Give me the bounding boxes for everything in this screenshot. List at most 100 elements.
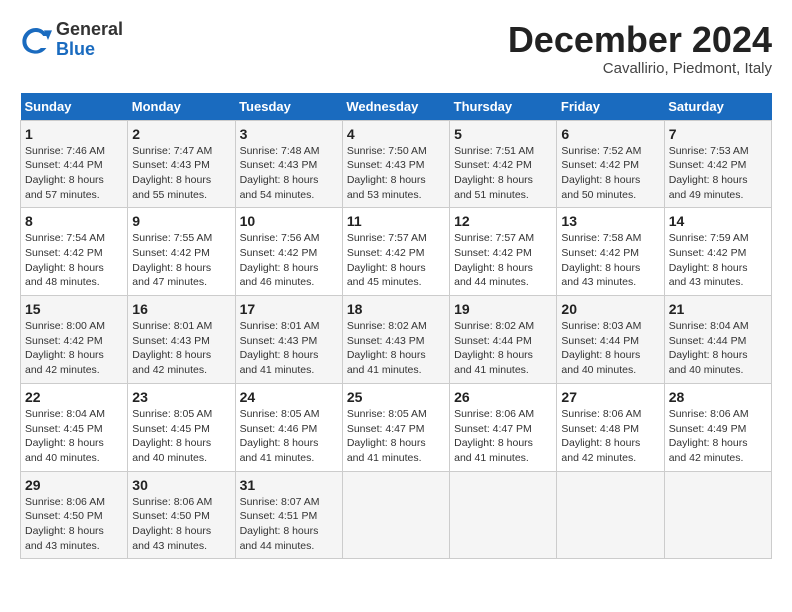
calendar-week-4: 29 Sunrise: 8:06 AMSunset: 4:50 PMDaylig… [21,471,772,559]
day-number: 27 [561,389,659,405]
day-info: Sunrise: 7:53 AMSunset: 4:42 PMDaylight:… [669,145,749,201]
day-number: 15 [25,301,123,317]
calendar-cell: 13 Sunrise: 7:58 AMSunset: 4:42 PMDaylig… [557,208,664,296]
calendar-cell: 24 Sunrise: 8:05 AMSunset: 4:46 PMDaylig… [235,383,342,471]
calendar-cell [342,471,449,559]
calendar-cell: 11 Sunrise: 7:57 AMSunset: 4:42 PMDaylig… [342,208,449,296]
day-info: Sunrise: 8:06 AMSunset: 4:48 PMDaylight:… [561,408,641,464]
calendar-week-2: 15 Sunrise: 8:00 AMSunset: 4:42 PMDaylig… [21,296,772,384]
day-number: 11 [347,213,445,229]
day-info: Sunrise: 7:50 AMSunset: 4:43 PMDaylight:… [347,145,427,201]
calendar-cell: 26 Sunrise: 8:06 AMSunset: 4:47 PMDaylig… [450,383,557,471]
calendar-cell: 20 Sunrise: 8:03 AMSunset: 4:44 PMDaylig… [557,296,664,384]
day-info: Sunrise: 7:56 AMSunset: 4:42 PMDaylight:… [240,232,320,288]
col-tuesday: Tuesday [235,93,342,121]
day-info: Sunrise: 8:06 AMSunset: 4:50 PMDaylight:… [25,496,105,552]
day-info: Sunrise: 8:05 AMSunset: 4:46 PMDaylight:… [240,408,320,464]
day-info: Sunrise: 8:00 AMSunset: 4:42 PMDaylight:… [25,320,105,376]
day-number: 1 [25,126,123,142]
day-info: Sunrise: 8:06 AMSunset: 4:50 PMDaylight:… [132,496,212,552]
day-number: 5 [454,126,552,142]
day-info: Sunrise: 8:01 AMSunset: 4:43 PMDaylight:… [132,320,212,376]
calendar-cell: 31 Sunrise: 8:07 AMSunset: 4:51 PMDaylig… [235,471,342,559]
calendar-cell: 17 Sunrise: 8:01 AMSunset: 4:43 PMDaylig… [235,296,342,384]
day-info: Sunrise: 8:06 AMSunset: 4:47 PMDaylight:… [454,408,534,464]
day-info: Sunrise: 8:04 AMSunset: 4:45 PMDaylight:… [25,408,105,464]
calendar-cell: 14 Sunrise: 7:59 AMSunset: 4:42 PMDaylig… [664,208,771,296]
day-number: 21 [669,301,767,317]
day-info: Sunrise: 7:52 AMSunset: 4:42 PMDaylight:… [561,145,641,201]
day-number: 25 [347,389,445,405]
day-info: Sunrise: 7:57 AMSunset: 4:42 PMDaylight:… [454,232,534,288]
col-wednesday: Wednesday [342,93,449,121]
day-number: 26 [454,389,552,405]
day-number: 3 [240,126,338,142]
calendar-cell: 16 Sunrise: 8:01 AMSunset: 4:43 PMDaylig… [128,296,235,384]
day-number: 13 [561,213,659,229]
day-number: 20 [561,301,659,317]
calendar-week-3: 22 Sunrise: 8:04 AMSunset: 4:45 PMDaylig… [21,383,772,471]
calendar-cell: 12 Sunrise: 7:57 AMSunset: 4:42 PMDaylig… [450,208,557,296]
day-info: Sunrise: 7:59 AMSunset: 4:42 PMDaylight:… [669,232,749,288]
day-info: Sunrise: 7:47 AMSunset: 4:43 PMDaylight:… [132,145,212,201]
calendar-cell: 1 Sunrise: 7:46 AMSunset: 4:44 PMDayligh… [21,120,128,208]
day-info: Sunrise: 8:02 AMSunset: 4:44 PMDaylight:… [454,320,534,376]
col-saturday: Saturday [664,93,771,121]
calendar-cell: 30 Sunrise: 8:06 AMSunset: 4:50 PMDaylig… [128,471,235,559]
col-sunday: Sunday [21,93,128,121]
day-number: 19 [454,301,552,317]
day-info: Sunrise: 8:05 AMSunset: 4:45 PMDaylight:… [132,408,212,464]
day-number: 12 [454,213,552,229]
day-info: Sunrise: 7:58 AMSunset: 4:42 PMDaylight:… [561,232,641,288]
header-row: Sunday Monday Tuesday Wednesday Thursday… [21,93,772,121]
calendar-cell: 5 Sunrise: 7:51 AMSunset: 4:42 PMDayligh… [450,120,557,208]
col-friday: Friday [557,93,664,121]
day-info: Sunrise: 8:06 AMSunset: 4:49 PMDaylight:… [669,408,749,464]
month-title: December 2024 [508,20,772,60]
calendar-cell: 25 Sunrise: 8:05 AMSunset: 4:47 PMDaylig… [342,383,449,471]
calendar-cell: 4 Sunrise: 7:50 AMSunset: 4:43 PMDayligh… [342,120,449,208]
logo: General Blue [20,20,123,60]
day-info: Sunrise: 8:01 AMSunset: 4:43 PMDaylight:… [240,320,320,376]
calendar-cell: 2 Sunrise: 7:47 AMSunset: 4:43 PMDayligh… [128,120,235,208]
calendar-week-1: 8 Sunrise: 7:54 AMSunset: 4:42 PMDayligh… [21,208,772,296]
day-info: Sunrise: 7:55 AMSunset: 4:42 PMDaylight:… [132,232,212,288]
calendar-cell: 18 Sunrise: 8:02 AMSunset: 4:43 PMDaylig… [342,296,449,384]
calendar-cell: 7 Sunrise: 7:53 AMSunset: 4:42 PMDayligh… [664,120,771,208]
day-number: 4 [347,126,445,142]
day-number: 23 [132,389,230,405]
calendar-cell [557,471,664,559]
calendar-cell: 15 Sunrise: 8:00 AMSunset: 4:42 PMDaylig… [21,296,128,384]
day-number: 16 [132,301,230,317]
day-info: Sunrise: 8:04 AMSunset: 4:44 PMDaylight:… [669,320,749,376]
day-number: 10 [240,213,338,229]
calendar-week-0: 1 Sunrise: 7:46 AMSunset: 4:44 PMDayligh… [21,120,772,208]
title-block: December 2024 Cavallirio, Piedmont, Ital… [508,20,772,77]
day-number: 28 [669,389,767,405]
day-info: Sunrise: 8:02 AMSunset: 4:43 PMDaylight:… [347,320,427,376]
calendar-cell: 27 Sunrise: 8:06 AMSunset: 4:48 PMDaylig… [557,383,664,471]
day-number: 24 [240,389,338,405]
day-number: 30 [132,477,230,493]
day-number: 8 [25,213,123,229]
day-number: 22 [25,389,123,405]
day-number: 2 [132,126,230,142]
calendar-table: Sunday Monday Tuesday Wednesday Thursday… [20,93,772,560]
day-info: Sunrise: 8:07 AMSunset: 4:51 PMDaylight:… [240,496,320,552]
day-number: 9 [132,213,230,229]
day-number: 29 [25,477,123,493]
day-info: Sunrise: 8:05 AMSunset: 4:47 PMDaylight:… [347,408,427,464]
col-thursday: Thursday [450,93,557,121]
calendar-cell: 8 Sunrise: 7:54 AMSunset: 4:42 PMDayligh… [21,208,128,296]
calendar-cell: 19 Sunrise: 8:02 AMSunset: 4:44 PMDaylig… [450,296,557,384]
day-info: Sunrise: 7:48 AMSunset: 4:43 PMDaylight:… [240,145,320,201]
day-number: 14 [669,213,767,229]
calendar-cell: 9 Sunrise: 7:55 AMSunset: 4:42 PMDayligh… [128,208,235,296]
day-number: 18 [347,301,445,317]
day-info: Sunrise: 7:51 AMSunset: 4:42 PMDaylight:… [454,145,534,201]
calendar-cell: 28 Sunrise: 8:06 AMSunset: 4:49 PMDaylig… [664,383,771,471]
day-number: 31 [240,477,338,493]
calendar-cell [664,471,771,559]
calendar-cell: 3 Sunrise: 7:48 AMSunset: 4:43 PMDayligh… [235,120,342,208]
calendar-cell: 29 Sunrise: 8:06 AMSunset: 4:50 PMDaylig… [21,471,128,559]
